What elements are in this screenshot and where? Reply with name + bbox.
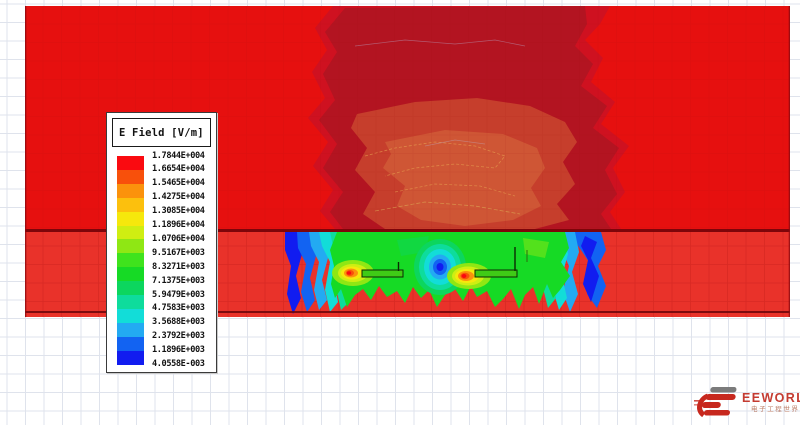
- colorbar-value: 1.5465E+004: [152, 178, 205, 189]
- colorbar-value: 4.7583E+003: [152, 303, 205, 314]
- colorbar-value: 1.3085E+004: [152, 206, 205, 217]
- colorbar-block: [117, 323, 144, 337]
- colorbar-block: [117, 212, 144, 226]
- eeworld-logo-icon: [694, 384, 740, 422]
- eeworld-logo: EEWORLD 电子工程世界: [694, 384, 800, 424]
- colorbar-value: 4.0558E-003: [152, 359, 205, 370]
- domain-left-edge: [25, 6, 26, 317]
- domain-right-edge: [789, 6, 790, 317]
- field-legend-panel: E Field [V/m] 1.7844E+004 1.6654E+004 1.54…: [106, 112, 217, 373]
- eeworld-brand-text: EEWORLD: [742, 392, 800, 405]
- colorbar-value: 1.4275E+004: [152, 192, 205, 203]
- colorbar-block: [117, 253, 144, 267]
- colorbar-value: 1.1896E+004: [152, 220, 205, 231]
- colorbar-block: [117, 226, 144, 240]
- simulation-screenshot: { "legend": { "title": "E Field [V/m]", …: [0, 0, 800, 425]
- colorbar-value: 3.5688E+003: [152, 317, 205, 328]
- colorbar-block: [117, 170, 144, 184]
- colorbar-block: [117, 295, 144, 309]
- colorbar-value: 9.5167E+003: [152, 248, 205, 259]
- colorbar-block: [117, 198, 144, 212]
- eeworld-subtitle-text: 电子工程世界: [751, 405, 800, 414]
- colorbar-block: [117, 351, 144, 365]
- legend-title: E Field [V/m]: [112, 118, 211, 147]
- colorbar-block: [117, 267, 144, 281]
- colorbar-block: [117, 184, 144, 198]
- colorbar-block: [117, 281, 144, 295]
- colorbar-value: 1.7844E+004: [152, 151, 205, 162]
- colorbar-block: [117, 156, 144, 170]
- colorbar-value: 1.1896E+003: [152, 345, 205, 356]
- colorbar-block: [117, 309, 144, 323]
- colorbar-value: 8.3271E+003: [152, 262, 205, 273]
- colorbar-value: 5.9479E+003: [152, 290, 205, 301]
- colorbar-value: 1.0706E+004: [152, 234, 205, 245]
- colorbar-value: 1.6654E+004: [152, 164, 205, 175]
- colorbar-value: 2.3792E+003: [152, 331, 205, 342]
- colorbar-block: [117, 337, 144, 351]
- colorbar-value: 7.1375E+003: [152, 276, 205, 287]
- colorbar-block: [117, 239, 144, 253]
